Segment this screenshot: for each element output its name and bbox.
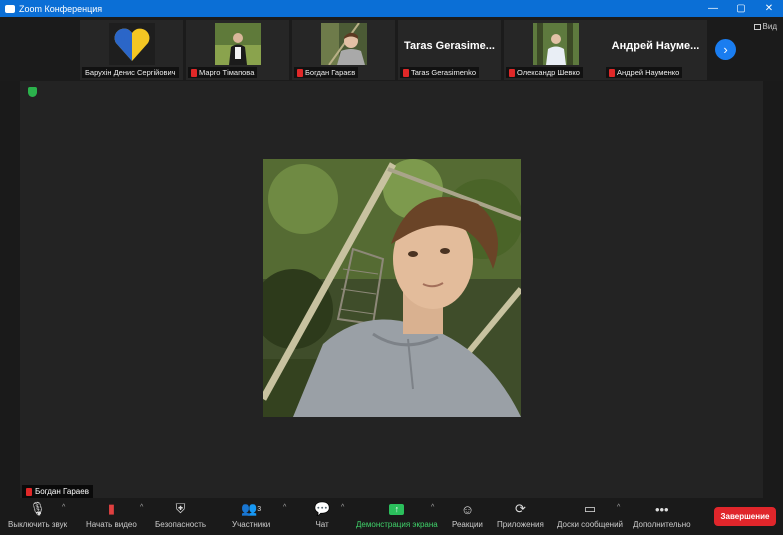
security-button[interactable]: ⛨ Безопасность xyxy=(155,500,206,529)
participant-tile[interactable]: Олександр Шевко xyxy=(504,20,607,80)
video-options-caret[interactable]: ^ xyxy=(140,504,143,511)
mic-muted-icon xyxy=(297,68,303,77)
active-speaker-photo xyxy=(263,159,521,417)
participant-tile[interactable]: Барухін Денис Сергійович xyxy=(80,20,183,80)
heart-avatar-image xyxy=(108,23,155,65)
participant-photo xyxy=(320,23,367,65)
participant-tile[interactable]: Андрей Науме... Андрей Науменко xyxy=(604,20,707,80)
mic-muted-icon xyxy=(609,68,615,77)
chat-button[interactable]: 💬 Чат xyxy=(314,500,330,529)
start-video-button[interactable]: ▮ Начать видео xyxy=(86,500,137,529)
whiteboard-icon: ▭ xyxy=(583,501,597,516)
participant-display-name: Taras Gerasime... xyxy=(404,40,495,52)
zoom-app-icon xyxy=(5,4,15,13)
share-screen-icon: ↑ xyxy=(389,503,405,515)
participants-icon: 👥 3 xyxy=(241,501,262,516)
audio-options-caret[interactable]: ^ xyxy=(62,504,65,511)
window-controls: — ▢ ✕ xyxy=(699,0,783,17)
smiley-icon: ☺ xyxy=(460,501,475,517)
chevron-right-icon: › xyxy=(723,42,728,57)
apps-button[interactable]: ⟳ Приложения xyxy=(497,500,544,529)
whiteboard-options-caret[interactable]: ^ xyxy=(617,504,620,511)
next-page-button[interactable]: › xyxy=(715,39,736,60)
maximize-button[interactable]: ▢ xyxy=(727,0,755,17)
grid-view-icon xyxy=(753,23,761,30)
mic-muted-icon xyxy=(403,68,409,77)
chat-bubble-icon: 💬 xyxy=(314,501,331,516)
participant-tile[interactable]: Богдан Гараєв xyxy=(292,20,395,80)
participant-name: Барухін Денис Сергійович xyxy=(82,67,179,78)
participants-button[interactable]: 👥 3 Участники xyxy=(232,500,270,529)
participant-tile[interactable]: Марго Тімапова xyxy=(186,20,289,80)
shield-icon: ⛨ xyxy=(175,501,186,516)
end-meeting-button[interactable]: Завершение xyxy=(714,507,776,526)
participant-photo xyxy=(532,23,579,65)
video-off-icon: ▮ xyxy=(107,501,115,516)
participant-photo xyxy=(214,23,261,65)
chat-options-caret[interactable]: ^ xyxy=(341,504,344,511)
participant-name: Олександр Шевко xyxy=(506,67,583,78)
security-shield-icon[interactable] xyxy=(28,87,37,97)
close-button[interactable]: ✕ xyxy=(755,0,783,17)
mic-muted-icon xyxy=(509,68,515,77)
mic-muted-icon xyxy=(191,68,197,77)
more-dots-icon: ••• xyxy=(654,501,669,517)
active-speaker-name: Богдан Гараев xyxy=(35,487,89,496)
participant-name: Taras Gerasimenko xyxy=(400,67,480,78)
microphone-icon: 🎙 xyxy=(29,501,46,516)
whiteboards-button[interactable]: ▭ Доски сообщений xyxy=(557,500,623,529)
apps-icon: ⟳ xyxy=(514,501,526,516)
more-button[interactable]: ••• Дополнительно xyxy=(633,500,691,530)
mute-button[interactable]: 🎙 Выключить звук xyxy=(8,500,67,529)
share-screen-button[interactable]: ↑ Демонстрация экрана xyxy=(356,500,438,529)
minimize-button[interactable]: — xyxy=(699,0,727,17)
share-options-caret[interactable]: ^ xyxy=(431,504,434,511)
title-bar: Zoom Конференция — ▢ ✕ xyxy=(0,0,783,17)
view-label: Вид xyxy=(762,22,777,31)
participant-tile[interactable]: Taras Gerasime... Taras Gerasimenko xyxy=(398,20,501,80)
view-button[interactable]: Вид xyxy=(753,22,777,31)
participants-options-caret[interactable]: ^ xyxy=(283,504,286,511)
window-title: Zoom Конференция xyxy=(19,3,103,14)
participant-name: Марго Тімапова xyxy=(188,67,258,78)
mic-muted-icon xyxy=(26,487,32,496)
active-speaker-label: Богдан Гараев xyxy=(22,485,93,498)
participant-name: Богдан Гараєв xyxy=(294,67,359,78)
participant-display-name: Андрей Науме... xyxy=(611,40,700,52)
participant-name: Андрей Науменко xyxy=(606,67,683,78)
reactions-button[interactable]: ☺ Реакции xyxy=(452,500,483,530)
